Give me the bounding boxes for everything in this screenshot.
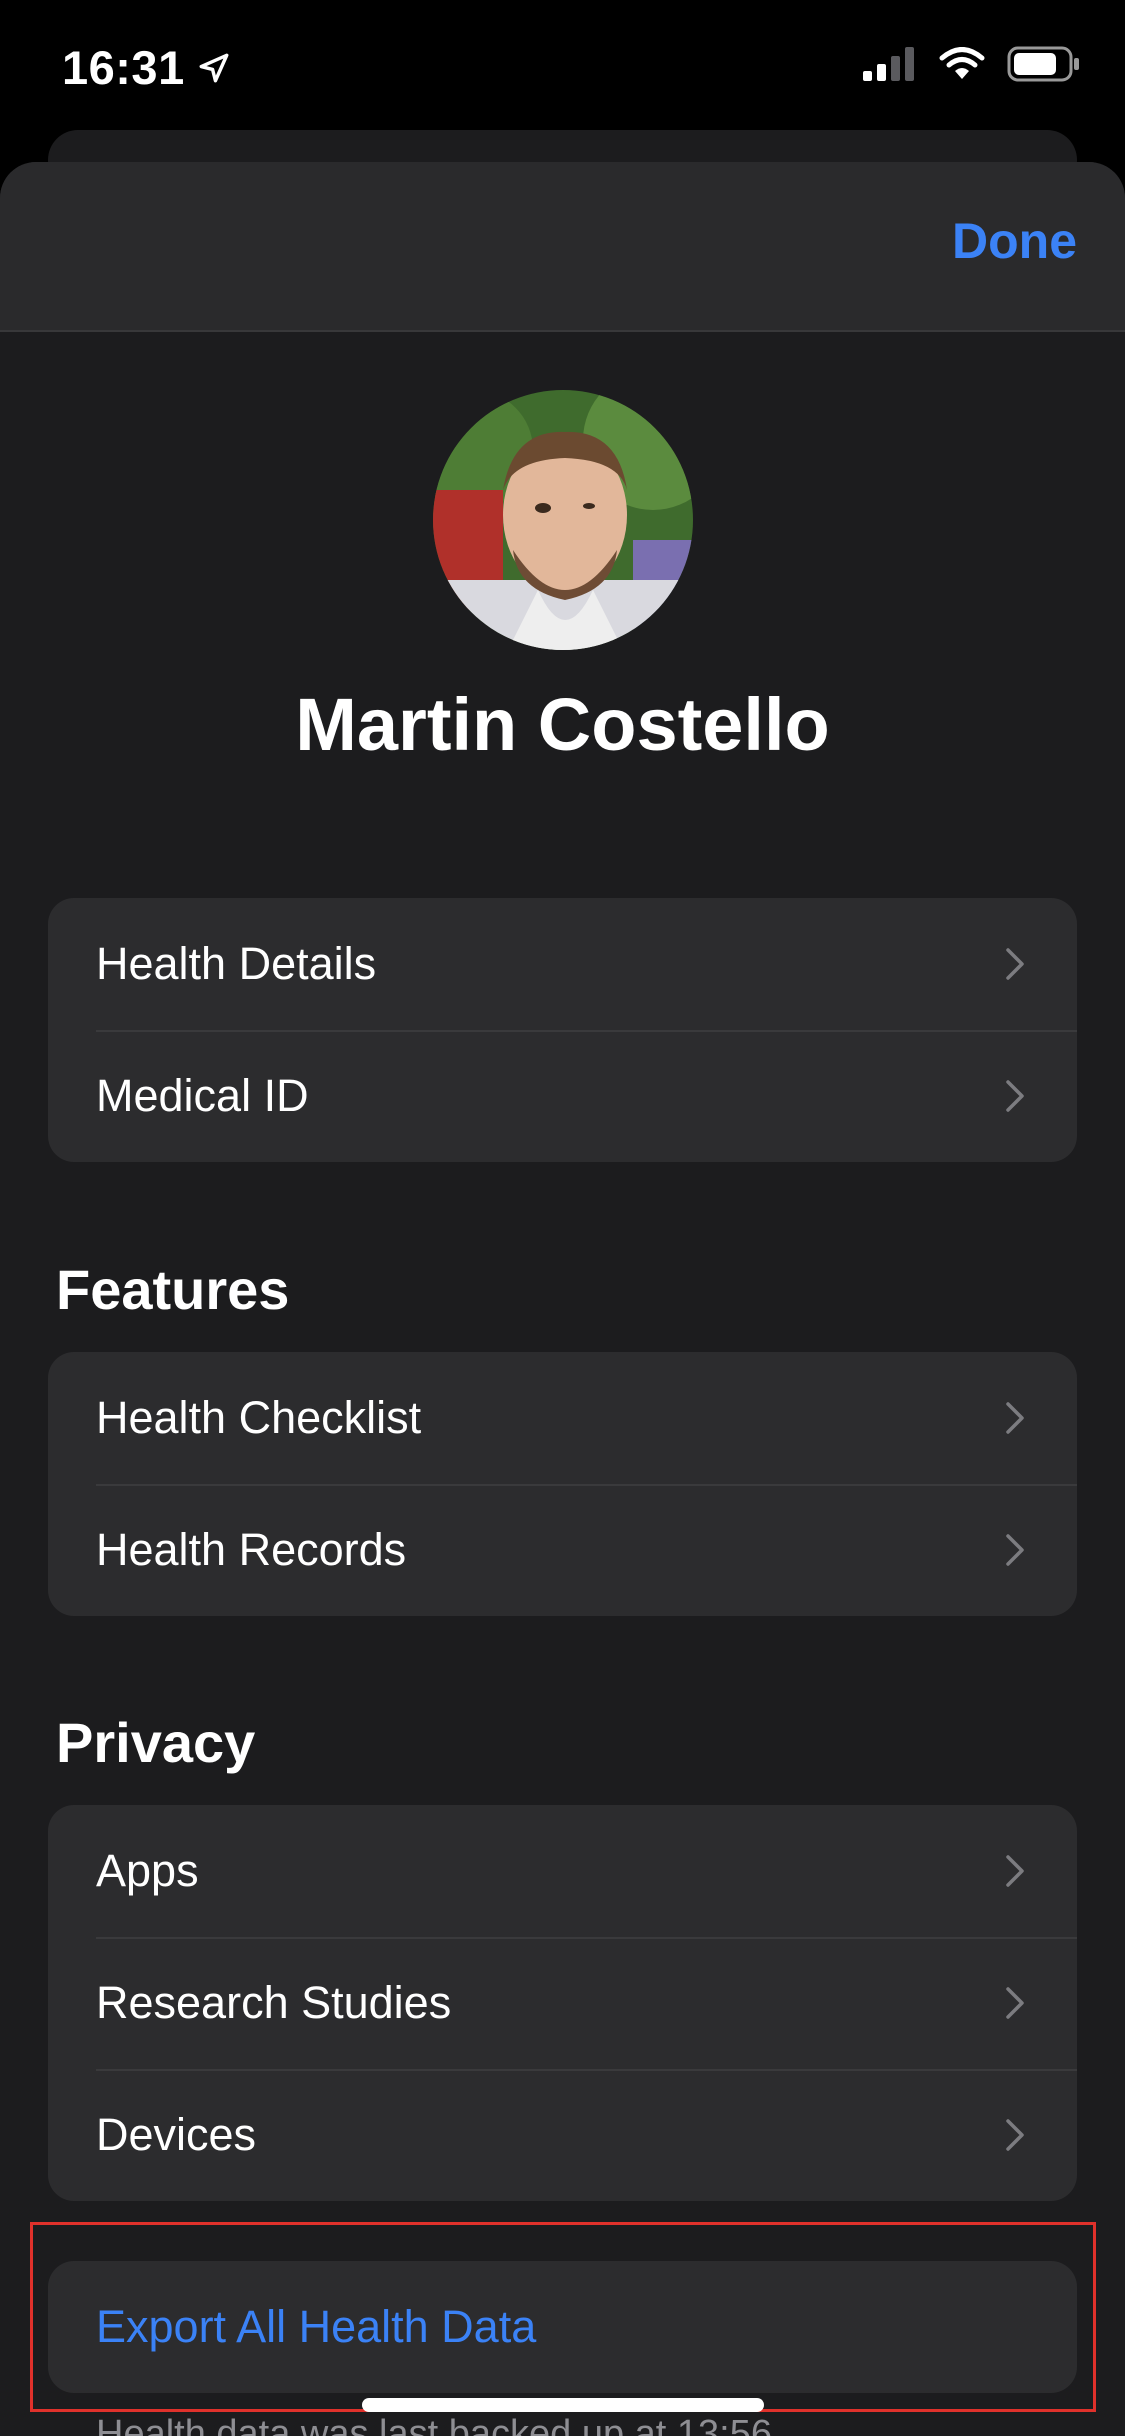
chevron-right-icon xyxy=(1006,2119,1024,2151)
profile-sheet: Done Martin Costello Health Details Medi… xyxy=(0,162,1125,2436)
medical-id-row[interactable]: Medical ID xyxy=(48,1030,1077,1162)
chevron-right-icon xyxy=(1006,948,1024,980)
avatar xyxy=(433,390,693,650)
row-label: Research Studies xyxy=(96,1977,452,2028)
done-button[interactable]: Done xyxy=(952,212,1077,270)
research-studies-row[interactable]: Research Studies xyxy=(48,1937,1077,2069)
privacy-group: Apps Research Studies Devices xyxy=(48,1805,1077,2201)
row-label: Apps xyxy=(96,1845,199,1896)
row-label: Health Details xyxy=(96,938,377,989)
row-label: Devices xyxy=(96,2109,257,2160)
personal-group: Health Details Medical ID xyxy=(48,898,1077,1162)
health-profile-screen: 16:31 Done Martin Costello Health Detail… xyxy=(0,0,1125,2436)
row-label: Medical ID xyxy=(96,1070,309,1121)
profile-photo xyxy=(433,390,693,650)
status-icons xyxy=(863,46,1081,82)
battery-icon xyxy=(1007,46,1079,82)
devices-row[interactable]: Devices xyxy=(48,2069,1077,2201)
status-time: 16:31 xyxy=(62,40,231,95)
highlight-box xyxy=(30,2222,1096,2412)
features-header: Features xyxy=(56,1258,290,1321)
row-label: Health Records xyxy=(96,1524,407,1575)
chevron-right-icon xyxy=(1006,1987,1024,2019)
home-indicator[interactable] xyxy=(362,2398,764,2412)
cellular-signal-icon xyxy=(863,47,914,81)
wifi-icon xyxy=(939,47,985,79)
status-bar: 16:31 xyxy=(0,0,1125,132)
chevron-right-icon xyxy=(1006,1080,1024,1112)
backup-footnote: Health data was last backed up at 13:56 xyxy=(96,2413,773,2436)
sheet-nav-bar: Done xyxy=(0,162,1125,332)
profile-name: Martin Costello xyxy=(295,683,830,766)
chevron-right-icon xyxy=(1006,1402,1024,1434)
status-time-label: 16:31 xyxy=(62,41,185,94)
features-group: Health Checklist Health Records xyxy=(48,1352,1077,1616)
health-records-row[interactable]: Health Records xyxy=(48,1484,1077,1616)
location-arrow-icon xyxy=(199,53,229,82)
health-checklist-row[interactable]: Health Checklist xyxy=(48,1352,1077,1484)
row-label: Health Checklist xyxy=(96,1392,422,1443)
apps-row[interactable]: Apps xyxy=(48,1805,1077,1937)
chevron-right-icon xyxy=(1006,1855,1024,1887)
health-details-row[interactable]: Health Details xyxy=(48,898,1077,1030)
privacy-header: Privacy xyxy=(56,1711,256,1774)
chevron-right-icon xyxy=(1006,1534,1024,1566)
